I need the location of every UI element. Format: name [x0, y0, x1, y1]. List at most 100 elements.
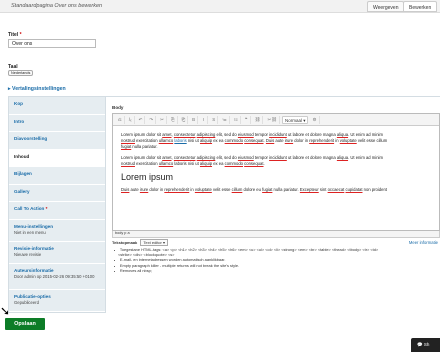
toolbar-button-icon[interactable]: ≔ [220, 115, 230, 124]
text-run: exercitation [134, 161, 159, 166]
text-run: consectetur [173, 132, 196, 137]
title-label: Titel * [8, 32, 22, 38]
text-run: nisi ut [186, 138, 200, 143]
translation-settings-toggle[interactable]: ▸ Vertalingsinstellingen [8, 86, 66, 92]
toolbar-button-icon[interactable]: B [190, 115, 199, 124]
editor-paragraph: fugiat nulla pariatur. [121, 144, 431, 150]
text-run: velit esse [211, 187, 232, 192]
toolbar-button-icon[interactable]: ⎌ [116, 115, 125, 124]
text-run: aliquip [199, 161, 213, 166]
text-run: aliqua [336, 132, 349, 137]
toolbar-button-icon[interactable]: ⎘ [169, 115, 178, 124]
text-run: commodo [224, 161, 243, 166]
more-info-link[interactable]: Meer informatie [409, 240, 438, 245]
text-run: irure [139, 187, 149, 192]
text-run: voluptate [339, 138, 357, 143]
text-run: reprehenderit [309, 138, 335, 143]
text-run: exercitation [134, 138, 159, 143]
toolbar-button-icon[interactable]: I [200, 115, 209, 124]
vtab-publishing-options[interactable]: Publicatie-opties Gepubliceerd [9, 289, 105, 312]
toolbar-button-icon[interactable]: ⁝≡ [232, 115, 241, 124]
chat-label: Sh [423, 342, 430, 347]
title-input[interactable]: Over ons [8, 39, 96, 48]
format-tips: Toegestane HTML-tags: <a> <p> <h1> <h2> … [114, 247, 378, 273]
text-run: Duis [265, 138, 275, 143]
required-marker: * [19, 32, 22, 38]
toolbar-button-icon[interactable]: 𝐼ₓ [127, 115, 135, 124]
toolbar-button-icon[interactable]: ↷ [147, 115, 157, 124]
text-run: sint [318, 187, 328, 192]
text-run: . Ut enim ad minim [348, 132, 383, 137]
text-run: velit esse cillum [356, 138, 388, 143]
text-run: adipiscing [196, 155, 216, 160]
text-run: reprehenderit [164, 187, 190, 192]
text-run: laboris nisi ut [173, 161, 200, 166]
toolbar-button-icon[interactable]: S [210, 115, 219, 124]
wysiwyg-editor[interactable]: ⎌ 𝐼ₓ ↶ ↷ ✂ ⎘ ⎗ B I S ≔ ⁝≡ ❝ ⛓ ✂⛓ Normaal ▾ ⚙ Lorem ipsum… [112, 113, 440, 231]
toolbar-button-icon[interactable]: ↶ [137, 115, 146, 124]
text-run: amet [162, 132, 172, 137]
text-run: aliqua [336, 155, 349, 160]
vtab-revision-info[interactable]: Revisie-informatie Nieuwe revisie [9, 241, 105, 264]
toolbar-button-icon[interactable]: ⛓ [253, 115, 264, 124]
body-label: Body [112, 105, 124, 110]
text-run: adipiscing [196, 132, 216, 137]
text-link[interactable]: laboris [174, 138, 186, 143]
text-run: Excepteur [299, 187, 319, 192]
vtab-gallery[interactable]: Gallery [9, 184, 105, 202]
text-run: dolor in [293, 138, 310, 143]
chat-widget[interactable]: 💬 Sh [411, 338, 440, 352]
toolbar-button-icon[interactable]: ✂⛓ [265, 115, 280, 124]
text-run: dolore eu [242, 187, 263, 192]
text-run: ullamco [158, 161, 174, 166]
editor-heading: Lorem ipsum [121, 172, 174, 182]
text-run: ut labore et dolore magna [286, 155, 337, 160]
vtab-label: Auteursinformatie [14, 267, 54, 273]
vtab-menu-settings[interactable]: Menu-instellingen Niet in een menu [9, 219, 105, 242]
vtab-label: Inhoud [14, 153, 30, 159]
element-path: body p a [112, 231, 440, 238]
text-run: non proident [362, 187, 387, 192]
text-run: aliquip [199, 138, 213, 143]
vtab-label: Intro [14, 118, 25, 124]
editor-paragraph: Duis aute irure dolor in reprehenderit i… [121, 187, 431, 193]
vtab-bijlagen[interactable]: Bijlagen [9, 167, 105, 185]
vtab-summary: Niet in een menu [14, 229, 46, 235]
save-button[interactable]: Opslaan [5, 318, 45, 330]
vtab-label: Bijlagen [14, 171, 32, 176]
tab-edit[interactable]: Bewerken [403, 1, 438, 12]
text-run: fugiat [121, 144, 132, 149]
required-marker: * [45, 206, 48, 211]
toolbar-button-icon[interactable]: ⚙ [310, 115, 320, 124]
text-run: incididunt [269, 155, 287, 160]
text-run: nostrud [121, 138, 135, 143]
language-select[interactable]: Nederlands [8, 70, 34, 76]
text-run: aute [274, 138, 285, 143]
format-dropdown[interactable]: Normaal ▾ [281, 115, 309, 124]
text-run: tempor [253, 155, 270, 160]
editor-content-area[interactable]: Lorem ipsum dolor sit amet, consectetur … [113, 126, 439, 226]
vtab-call-to-action[interactable]: Call To Action * [9, 202, 105, 220]
text-run: Lorem ipsum dolor sit [121, 155, 163, 160]
text-run: consequat [244, 161, 264, 166]
text-run: eiusmod [237, 132, 254, 137]
chat-icon: 💬 [417, 342, 423, 347]
editor-toolbar: ⎌ 𝐼ₓ ↶ ↷ ✂ ⎘ ⎗ B I S ≔ ⁝≡ ❝ ⛓ ✂⛓ Normaal ▾ ⚙ [113, 114, 439, 126]
toolbar-button-icon[interactable]: ✂ [158, 115, 167, 124]
vtab-label: Kop [14, 101, 23, 106]
vtab-author-info[interactable]: Auteursinformatie Door admin op 2015-02-… [9, 263, 105, 290]
text-run: occaecat [327, 187, 345, 192]
text-run: commodo [224, 138, 244, 143]
text-run: nostrud [121, 161, 135, 166]
text-run: elit, sed do [215, 155, 238, 160]
vtab-inhoud[interactable]: Inhoud [9, 149, 105, 167]
vtab-diavoorstelling[interactable]: Diavoorstelling [9, 132, 105, 150]
text-format-select[interactable]: Text editor ▾ [140, 239, 168, 246]
vtab-kop[interactable]: Kop [9, 97, 105, 115]
text-run: amet [162, 155, 172, 160]
toolbar-button-icon[interactable]: ❝ [243, 115, 251, 124]
tab-view[interactable]: Weergeven [367, 1, 405, 12]
toolbar-button-icon[interactable]: ⎗ [180, 115, 189, 124]
vtab-intro[interactable]: Intro [9, 114, 105, 132]
text-run: ullamco [158, 138, 174, 143]
